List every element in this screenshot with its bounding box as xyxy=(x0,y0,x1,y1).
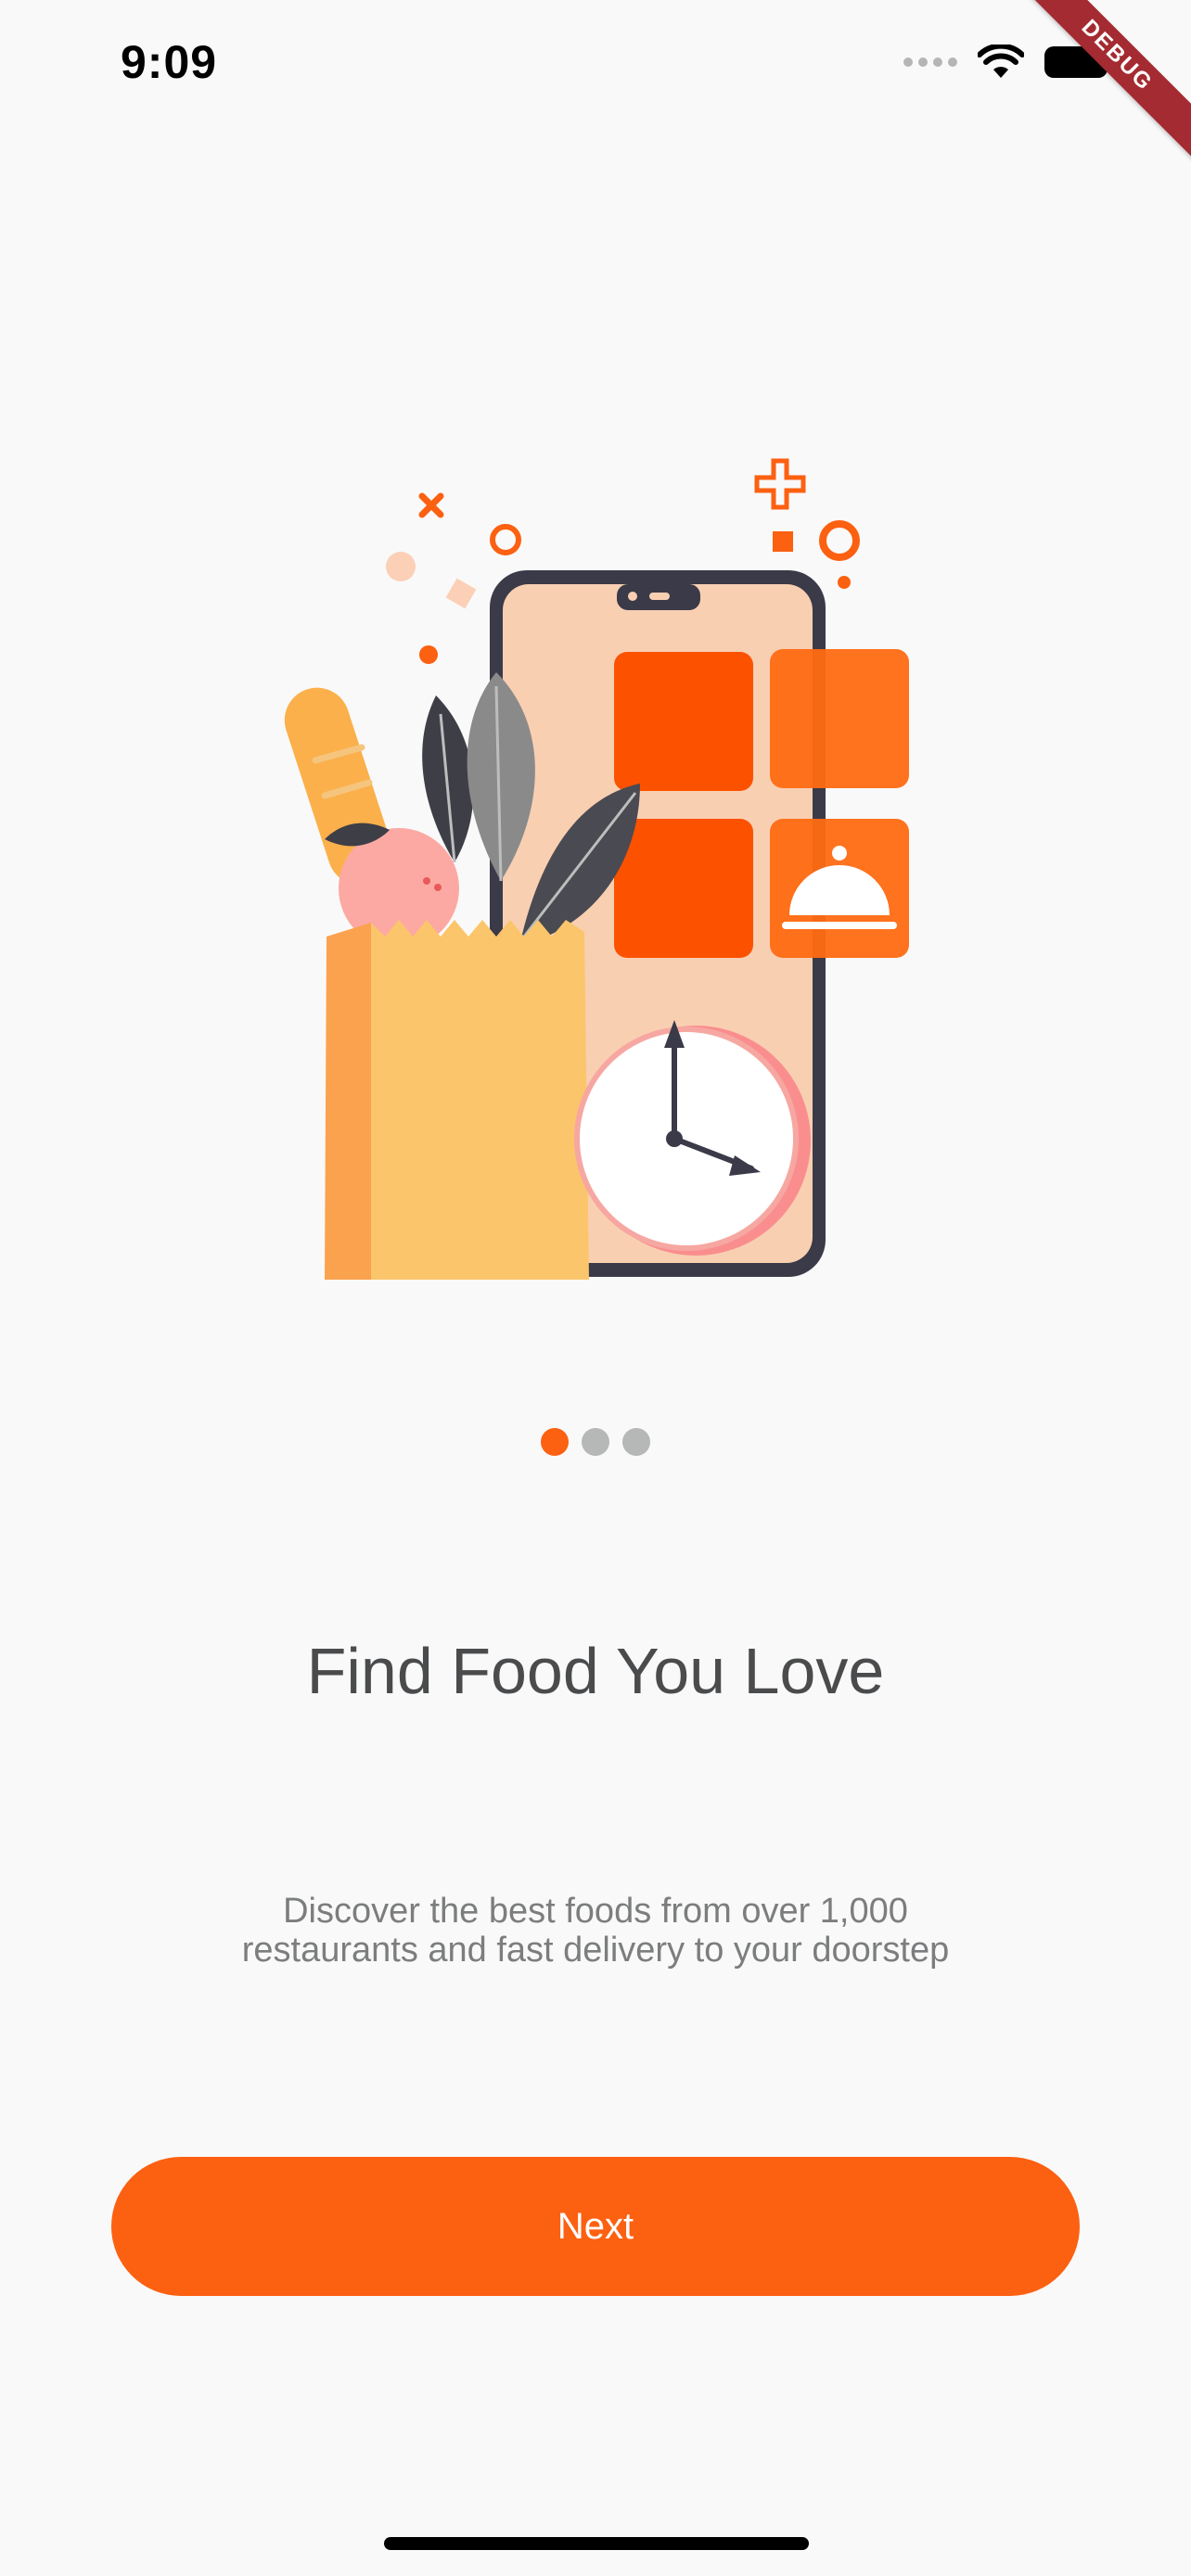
status-time: 9:09 xyxy=(121,36,218,88)
page-indicator xyxy=(0,1428,1191,1456)
wifi-icon xyxy=(978,45,1024,78)
page-dot-active[interactable] xyxy=(541,1428,569,1456)
grocery-bag-graphic xyxy=(325,920,589,1280)
description-line: Discover the best foods from over 1,000 xyxy=(283,1892,908,1931)
home-indicator[interactable] xyxy=(384,2537,809,2550)
page-dot[interactable] xyxy=(582,1428,609,1456)
page-dot[interactable] xyxy=(622,1428,650,1456)
next-button[interactable]: Next xyxy=(111,2157,1080,2296)
onboarding-description: Discover the best foods from over 1,000 … xyxy=(139,1892,1052,1970)
onboarding-screen: 9:09 DEBUG Find Food You Love Discover t… xyxy=(0,0,1191,2576)
debug-banner: DEBUG xyxy=(1005,0,1191,168)
onboarding-title: Find Food You Love xyxy=(306,1635,885,1707)
status-icons xyxy=(903,45,1114,80)
description-line: restaurants and fast delivery to your do… xyxy=(241,1931,950,1970)
cellular-icon xyxy=(903,57,957,67)
food-delivery-illustration xyxy=(284,458,909,1280)
